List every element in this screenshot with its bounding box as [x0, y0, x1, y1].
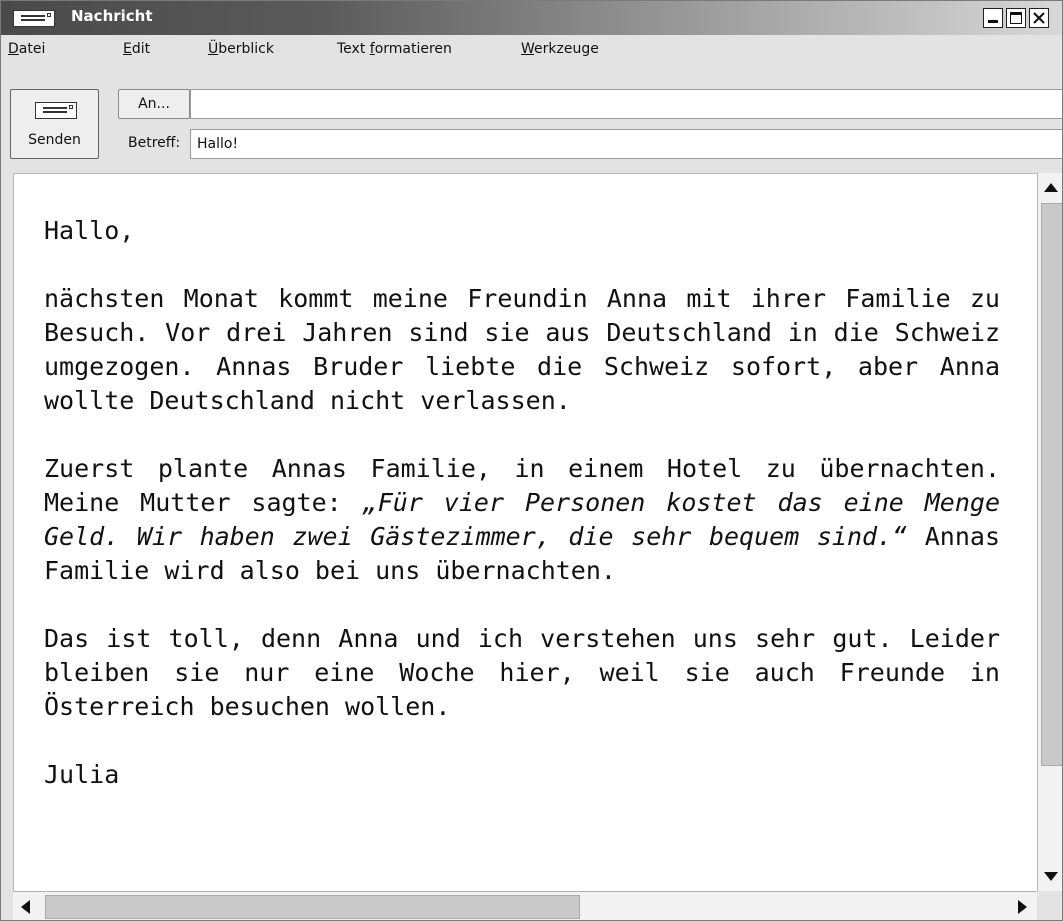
menu-bar: Datei Edit Überblick Text formatieren We…	[1, 35, 1062, 63]
subject-field[interactable]: Hallo!	[190, 129, 1062, 159]
email-signature: Julia	[44, 760, 120, 789]
send-button[interactable]: Senden	[10, 89, 99, 159]
email-paragraph: Zuerst plante Annas Familie, in einem Ho…	[44, 452, 1000, 588]
message-window: Nachricht Datei Edit Überblick Text form…	[0, 0, 1063, 921]
window-title: Nachricht	[71, 7, 153, 25]
menu-item-werkzeuge[interactable]: Werkzeuge	[521, 41, 599, 57]
to-button[interactable]: An...	[118, 89, 190, 119]
horizontal-scrollbar[interactable]	[13, 891, 1037, 920]
vertical-scrollbar[interactable]	[1037, 173, 1062, 891]
vertical-scroll-thumb[interactable]	[1041, 203, 1062, 766]
close-icon[interactable]	[1029, 8, 1049, 28]
email-paragraph: nächsten Monat kommt meine Freundin Anna…	[44, 284, 1000, 415]
horizontal-scroll-thumb[interactable]	[45, 895, 580, 919]
mnemonic-letter: Ü	[208, 41, 219, 57]
subject-label: Betreff:	[128, 135, 181, 151]
menu-item-ueberblick[interactable]: Überblick	[208, 41, 274, 57]
message-body[interactable]: Hallo, nächsten Monat kommt meine Freund…	[13, 173, 1037, 891]
menu-item-edit[interactable]: Edit	[123, 41, 150, 57]
maximize-icon[interactable]	[1006, 8, 1026, 28]
title-bar[interactable]: Nachricht	[1, 1, 1062, 35]
scroll-left-icon[interactable]	[21, 900, 30, 914]
scroll-down-icon[interactable]	[1044, 872, 1058, 881]
to-field[interactable]	[190, 89, 1062, 119]
scroll-up-icon[interactable]	[1044, 183, 1058, 192]
minimize-icon[interactable]	[983, 8, 1003, 28]
mnemonic-letter: D	[8, 41, 19, 57]
email-greeting: Hallo,	[44, 216, 135, 245]
mnemonic-letter: E	[123, 41, 132, 57]
scroll-right-icon[interactable]	[1018, 900, 1027, 914]
menu-item-datei[interactable]: Datei	[8, 41, 45, 57]
send-button-label: Senden	[28, 132, 81, 148]
envelope-icon	[13, 10, 55, 27]
envelope-icon	[35, 102, 77, 119]
mnemonic-letter: f	[369, 41, 375, 57]
email-paragraph: Das ist toll, denn Anna und ich verstehe…	[44, 624, 1000, 721]
email-text: Hallo, nächsten Monat kommt meine Freund…	[44, 214, 1000, 792]
mnemonic-letter: W	[521, 41, 535, 57]
menu-item-text-formatieren[interactable]: Text formatieren	[337, 41, 452, 57]
scrollbar-corner	[1037, 891, 1062, 920]
